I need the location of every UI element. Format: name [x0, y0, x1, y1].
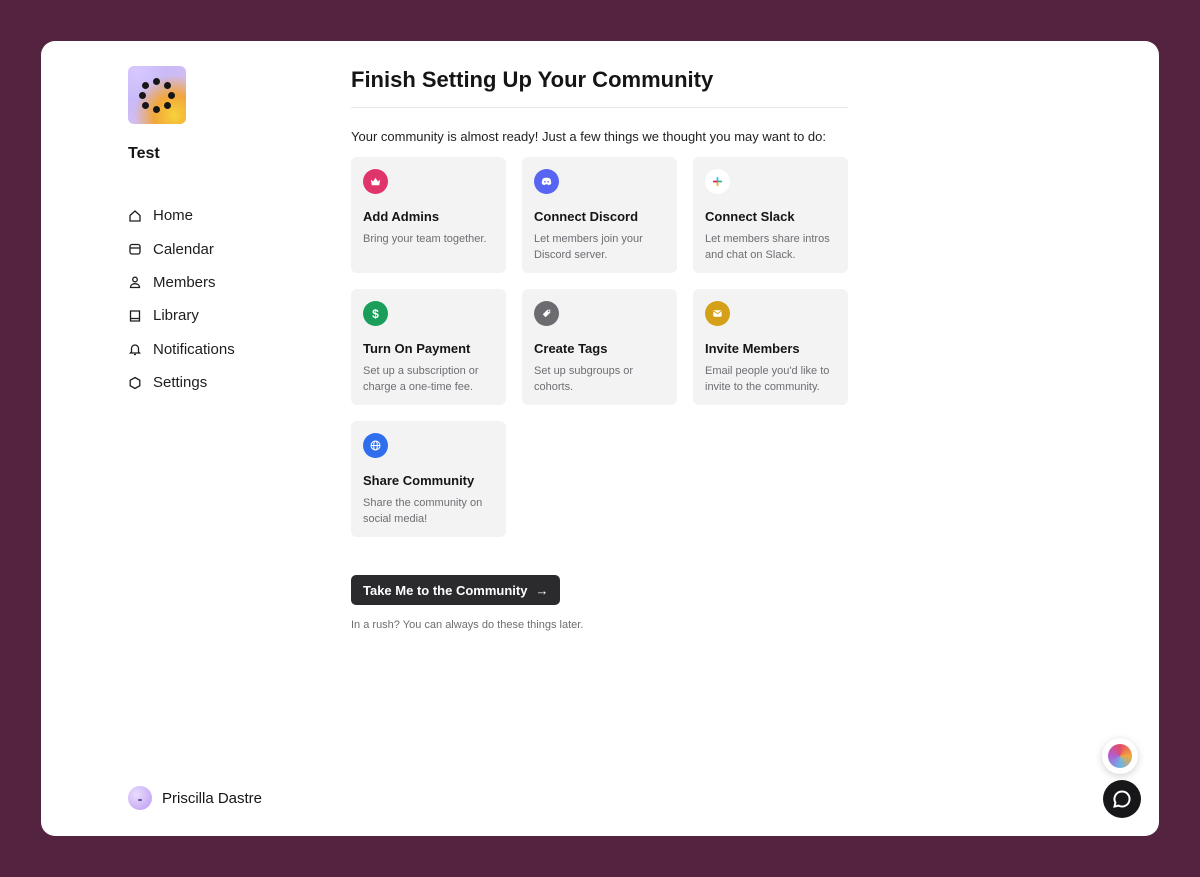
- crown-icon: [363, 169, 388, 194]
- members-icon: [128, 275, 142, 289]
- calendar-icon: [128, 242, 142, 256]
- arrow-right-icon: →: [535, 582, 549, 598]
- card-title: Create Tags: [534, 341, 608, 356]
- sidebar-item-members[interactable]: Members: [128, 266, 235, 299]
- sidebar-item-label: Settings: [153, 374, 208, 392]
- intro-text: Your community is almost ready! Just a f…: [351, 129, 826, 144]
- cta-label: Take Me to the Community: [363, 582, 528, 598]
- chat-bubble-icon: [1113, 790, 1131, 808]
- sidebar-item-home[interactable]: Home: [128, 199, 235, 232]
- card-connect-discord[interactable]: Connect Discord Let members join your Di…: [522, 157, 677, 273]
- sidebar-item-label: Home: [153, 207, 194, 225]
- sidebar-nav: Home Calendar Members Library Notificati…: [128, 199, 235, 399]
- globe-icon: [363, 433, 388, 458]
- card-description: Set up a subscription or charge a one-ti…: [363, 365, 479, 393]
- card-description: Bring your team together.: [363, 233, 487, 245]
- card-turn-on-payment[interactable]: $ Turn On Payment Set up a subscription …: [351, 289, 506, 405]
- mail-icon: [705, 301, 730, 326]
- user-profile[interactable]: Priscilla Dastre: [128, 786, 262, 810]
- sidebar-item-library[interactable]: Library: [128, 299, 235, 332]
- user-name: Priscilla Dastre: [162, 789, 263, 807]
- community-logo[interactable]: [128, 66, 186, 124]
- sidebar-item-label: Library: [153, 307, 199, 325]
- avatar: [128, 786, 152, 810]
- card-share-community[interactable]: Share Community Share the community on s…: [351, 421, 506, 537]
- rush-note: In a rush? You can always do these thing…: [351, 619, 584, 631]
- card-title: Turn On Payment: [363, 341, 471, 356]
- take-me-to-community-button[interactable]: Take Me to the Community →: [351, 575, 561, 605]
- card-description: Set up subgroups or cohorts.: [534, 365, 634, 393]
- sidebar-item-settings[interactable]: Settings: [128, 366, 235, 399]
- card-invite-members[interactable]: Invite Members Email people you'd like t…: [693, 289, 848, 405]
- sidebar-item-label: Members: [153, 273, 216, 291]
- card-description: Let members share intros and chat on Sla…: [705, 233, 830, 261]
- card-description: Email people you'd like to invite to the…: [705, 365, 830, 393]
- card-title: Connect Discord: [534, 209, 639, 224]
- card-add-admins[interactable]: Add Admins Bring your team together.: [351, 157, 506, 273]
- card-title: Connect Slack: [705, 209, 795, 224]
- tag-icon: [534, 301, 559, 326]
- card-title: Invite Members: [705, 341, 800, 356]
- divider: [351, 107, 848, 108]
- bell-icon: [128, 342, 142, 356]
- card-title: Share Community: [363, 473, 475, 488]
- sidebar-item-calendar[interactable]: Calendar: [128, 232, 235, 265]
- sidebar-item-label: Calendar: [153, 240, 214, 258]
- app-window: Test Home Calendar Members Library Notif…: [41, 41, 1159, 836]
- chat-button[interactable]: [1103, 780, 1141, 818]
- sidebar-item-notifications[interactable]: Notifications: [128, 333, 235, 366]
- card-create-tags[interactable]: Create Tags Set up subgroups or cohorts.: [522, 289, 677, 405]
- dollar-icon: $: [363, 301, 388, 326]
- card-description: Share the community on social media!: [363, 497, 483, 525]
- card-description: Let members join your Discord server.: [534, 233, 643, 261]
- library-icon: [128, 309, 142, 323]
- gear-icon: [128, 376, 142, 390]
- home-icon: [128, 209, 142, 223]
- card-title: Add Admins: [363, 209, 440, 224]
- avatar: [1108, 744, 1132, 768]
- discord-icon: [534, 169, 559, 194]
- card-connect-slack[interactable]: Connect Slack Let members share intros a…: [693, 157, 848, 273]
- page-title: Finish Setting Up Your Community: [351, 67, 714, 92]
- community-name: Test: [128, 145, 160, 162]
- slack-icon: [705, 169, 730, 194]
- sidebar-item-label: Notifications: [153, 340, 235, 358]
- floating-avatar[interactable]: [1102, 738, 1138, 774]
